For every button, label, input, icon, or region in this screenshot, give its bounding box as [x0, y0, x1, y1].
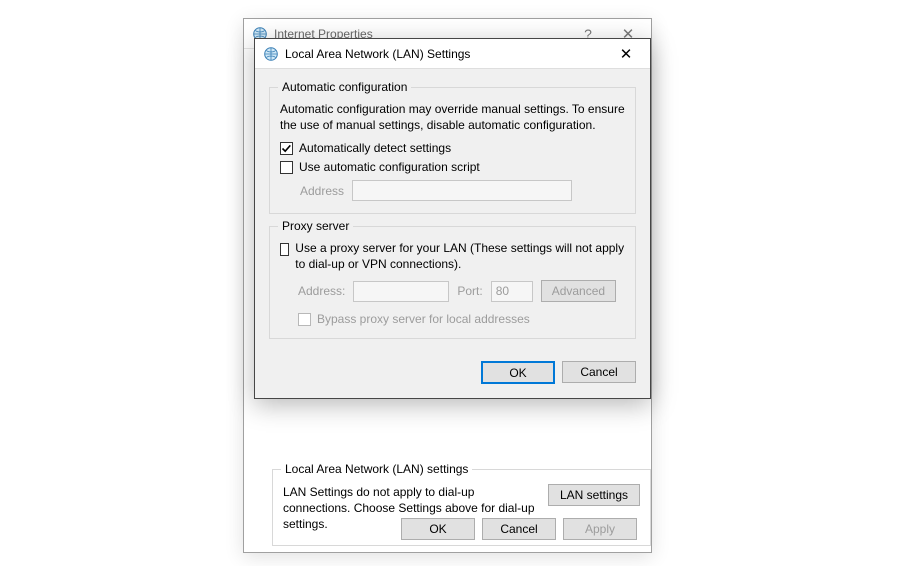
lan-footer: OK Cancel: [269, 351, 636, 384]
proxy-group-title: Proxy server: [278, 219, 353, 233]
auto-script-label: Use automatic configuration script: [299, 160, 480, 174]
close-icon[interactable]: ✕: [606, 45, 646, 63]
proxy-address-label: Address:: [298, 284, 345, 298]
globe-icon: [263, 46, 279, 62]
advanced-button[interactable]: Advanced: [541, 280, 616, 302]
auto-address-label: Address: [300, 184, 344, 198]
auto-script-checkbox[interactable]: [280, 161, 293, 174]
lan-settings-dialog: Local Area Network (LAN) Settings ✕ Auto…: [254, 38, 651, 399]
auto-detect-checkbox[interactable]: [280, 142, 293, 155]
lan-settings-button[interactable]: LAN settings: [548, 484, 640, 506]
auto-group-title: Automatic configuration: [278, 80, 411, 94]
proxy-server-group: Proxy server Use a proxy server for your…: [269, 226, 636, 339]
cancel-button[interactable]: Cancel: [562, 361, 636, 383]
parent-footer: OK Cancel Apply: [401, 518, 637, 540]
lan-titlebar: Local Area Network (LAN) Settings ✕: [255, 39, 650, 69]
apply-button[interactable]: Apply: [563, 518, 637, 540]
cancel-button[interactable]: Cancel: [482, 518, 556, 540]
proxy-port-input[interactable]: [491, 281, 533, 302]
use-proxy-label: Use a proxy server for your LAN (These s…: [295, 241, 625, 272]
ok-button[interactable]: OK: [481, 361, 555, 384]
proxy-port-label: Port:: [457, 284, 482, 298]
use-proxy-checkbox[interactable]: [280, 243, 289, 256]
ok-button[interactable]: OK: [401, 518, 475, 540]
proxy-address-input[interactable]: [353, 281, 449, 302]
lan-dialog-title: Local Area Network (LAN) Settings: [285, 47, 470, 61]
bypass-label: Bypass proxy server for local addresses: [317, 312, 530, 326]
auto-detect-label: Automatically detect settings: [299, 141, 451, 155]
auto-help-text: Automatic configuration may override man…: [280, 102, 625, 133]
automatic-configuration-group: Automatic configuration Automatic config…: [269, 87, 636, 214]
lan-group-title: Local Area Network (LAN) settings: [281, 462, 472, 476]
auto-address-input[interactable]: [352, 180, 572, 201]
bypass-checkbox[interactable]: [298, 313, 311, 326]
